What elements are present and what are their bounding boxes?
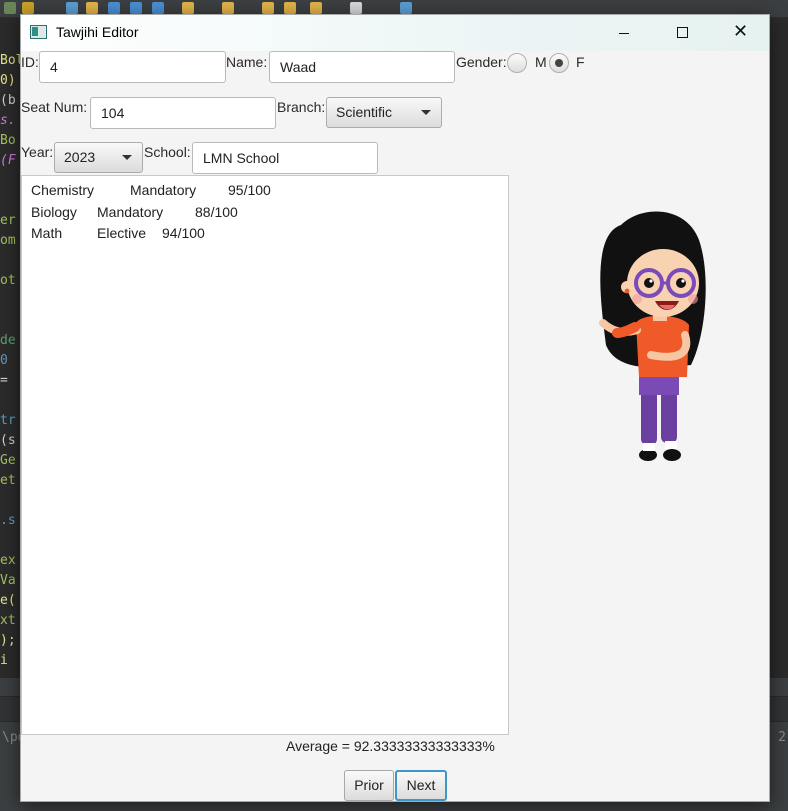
- id-label: ID:: [21, 54, 39, 70]
- ide-tool-icon: [262, 2, 274, 14]
- code-fragment: Bo: [0, 133, 16, 148]
- app-icon: [30, 25, 47, 39]
- subject-type: Elective: [97, 225, 147, 241]
- code-fragment: (s: [0, 433, 16, 448]
- branch-selected-value: Scientific: [336, 104, 393, 120]
- radio-selected-dot: [555, 59, 563, 67]
- subject-name: Math: [31, 225, 63, 241]
- code-fragment: ex: [0, 553, 16, 568]
- subject-type: Mandatory: [97, 204, 164, 220]
- code-fragment: s.: [0, 113, 16, 128]
- seat-num-field[interactable]: 104: [90, 97, 276, 129]
- code-fragment: (b: [0, 93, 16, 108]
- code-fragment: i: [0, 653, 8, 668]
- ide-tool-icon: [130, 2, 142, 14]
- ide-code-gutter: Bol 0) (b s. Bo (F er om ot de 0 = tr (s…: [0, 18, 22, 678]
- ide-tool-icon: [66, 2, 78, 14]
- close-icon: ✕: [733, 21, 749, 42]
- window-title: Tawjihi Editor: [56, 24, 139, 40]
- ide-tool-icon: [350, 2, 362, 14]
- code-fragment: (F: [0, 153, 16, 168]
- ide-tool-icon: [4, 2, 16, 14]
- subject-type: Mandatory: [130, 182, 197, 198]
- gender-label: Gender:: [456, 54, 507, 70]
- gender-radio-m[interactable]: [507, 53, 527, 73]
- title-bar[interactable]: Tawjihi Editor ✕: [21, 15, 769, 51]
- code-fragment: tr: [0, 413, 16, 428]
- maximize-button[interactable]: [653, 15, 711, 51]
- code-fragment: de: [0, 333, 16, 348]
- chevron-down-icon: [421, 110, 431, 115]
- code-fragment: er: [0, 213, 16, 228]
- ide-tool-icon: [86, 2, 98, 14]
- subject-score: 94/100: [162, 225, 205, 241]
- ide-tool-icon: [182, 2, 194, 14]
- close-button[interactable]: ✕: [711, 15, 769, 51]
- school-label: School:: [144, 144, 191, 160]
- chevron-down-icon: [122, 155, 132, 160]
- code-fragment: ot: [0, 273, 16, 288]
- gender-radio-f[interactable]: [549, 53, 569, 73]
- subject-score: 88/100: [195, 204, 238, 220]
- minimize-icon: [619, 33, 629, 34]
- year-select[interactable]: 2023: [54, 142, 143, 173]
- subjects-list[interactable]: Chemistry Mandatory 95/100 Biology Manda…: [21, 175, 509, 735]
- school-field[interactable]: LMN School: [192, 142, 378, 174]
- code-fragment: xt: [0, 613, 16, 628]
- ide-tool-icon: [222, 2, 234, 14]
- code-fragment: );: [0, 633, 16, 648]
- code-fragment: om: [0, 233, 16, 248]
- id-field[interactable]: 4: [39, 51, 226, 83]
- subject-name: Biology: [31, 204, 77, 220]
- next-button[interactable]: Next: [395, 770, 447, 801]
- subject-name: Chemistry: [31, 182, 95, 198]
- branch-label: Branch:: [277, 99, 326, 115]
- code-fragment: Bol: [0, 53, 22, 68]
- ide-tool-icon: [400, 2, 412, 14]
- name-label: Name:: [226, 54, 268, 70]
- ide-tool-icon: [310, 2, 322, 14]
- average-label: Average = 92.33333333333333%: [286, 738, 495, 754]
- gender-option-m-label: M: [535, 54, 547, 70]
- name-field[interactable]: Waad: [269, 51, 455, 83]
- subject-score: 95/100: [228, 182, 271, 198]
- code-fragment: et: [0, 473, 16, 488]
- code-fragment: 0): [0, 73, 16, 88]
- seat-num-label: Seat Num:: [21, 99, 88, 115]
- code-fragment: .s: [0, 513, 16, 528]
- branch-select[interactable]: Scientific: [326, 97, 442, 128]
- tawjihi-editor-window: Tawjihi Editor ✕ ID: 4 Name: Waad Gender…: [20, 14, 770, 802]
- gender-option-f-label: F: [576, 54, 585, 70]
- code-fragment: Va: [0, 573, 16, 588]
- ide-right-margin: [770, 18, 788, 688]
- prior-button[interactable]: Prior: [344, 770, 394, 801]
- ide-tool-icon: [108, 2, 120, 14]
- year-label: Year:: [21, 144, 54, 160]
- year-selected-value: 2023: [64, 149, 96, 165]
- girl-cartoon-illustration: [599, 211, 706, 461]
- maximize-icon: [677, 27, 688, 38]
- minimize-button[interactable]: [595, 15, 653, 51]
- code-fragment: 0: [0, 353, 8, 368]
- code-fragment: Ge: [0, 453, 16, 468]
- ide-tool-icon: [284, 2, 296, 14]
- code-fragment: =: [0, 373, 8, 388]
- ide-tool-icon: [152, 2, 164, 14]
- code-fragment: e(: [0, 593, 16, 608]
- ide-tool-icon: [22, 2, 34, 14]
